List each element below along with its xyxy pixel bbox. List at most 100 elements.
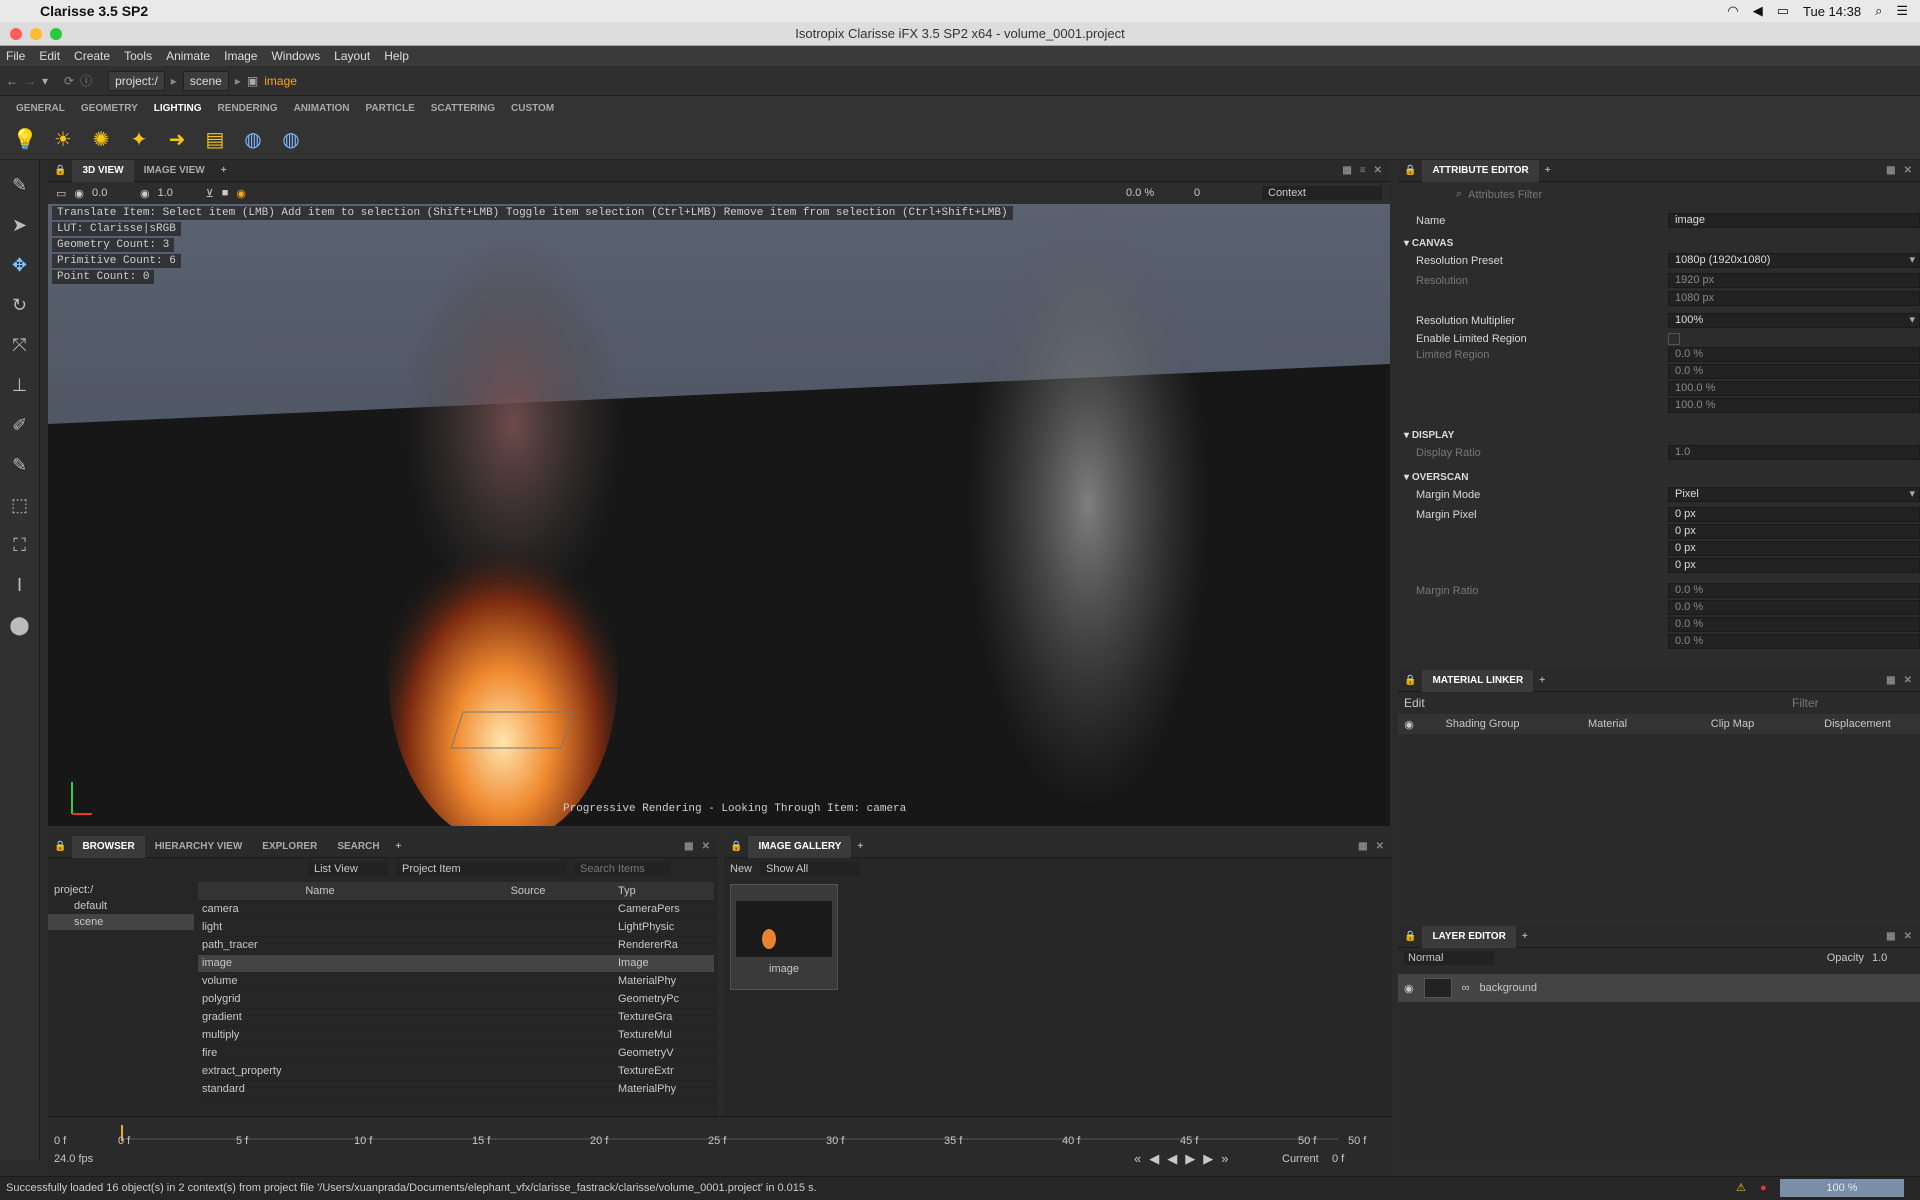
add-tab-icon[interactable]: +	[1539, 165, 1557, 176]
error-indicator-icon[interactable]: ●	[1760, 1177, 1767, 1199]
table-row[interactable]: gradient TextureGra	[198, 1008, 714, 1027]
mult-value[interactable]: 1.0	[158, 187, 198, 199]
blend-mode-dropdown[interactable]: Normal	[1404, 951, 1494, 965]
eye-toggle-icon[interactable]: ◉	[236, 187, 246, 200]
show-all-dropdown[interactable]: Show All	[760, 862, 861, 876]
resolution-height[interactable]: 1080 px	[1668, 291, 1920, 306]
scale-value[interactable]: 0.0	[92, 187, 132, 199]
shelf-tab-lighting[interactable]: LIGHTING	[154, 103, 202, 114]
section-overscan[interactable]: ▾ OVERSCAN	[1404, 472, 1469, 483]
margin-mode-dropdown[interactable]: Pixel	[1668, 487, 1920, 502]
eyedropper-icon[interactable]: ✎	[6, 172, 34, 198]
lock-icon[interactable]: 🔒	[724, 841, 748, 852]
margin-pixel-3[interactable]: 0 px	[1668, 558, 1920, 573]
tab-image-gallery[interactable]: IMAGE GALLERY	[748, 835, 852, 858]
app-name[interactable]: Clarisse 3.5 SP2	[40, 3, 148, 19]
lock-icon[interactable]: 🔒	[1398, 931, 1422, 942]
margin-pixel-1[interactable]: 0 px	[1668, 524, 1920, 539]
tree-scene[interactable]: scene	[48, 914, 194, 930]
tab-layer-editor[interactable]: LAYER EDITOR	[1422, 925, 1516, 948]
margin-ratio-3[interactable]: 0.0 %	[1668, 634, 1920, 649]
layer-name[interactable]: background	[1479, 982, 1537, 994]
attributes-filter-input[interactable]: Attributes Filter	[1462, 189, 1542, 201]
resolution-preset-dropdown[interactable]: 1080p (1920x1080)	[1668, 253, 1920, 268]
table-row[interactable]: multiply TextureMul	[198, 1026, 714, 1045]
menu-help[interactable]: Help	[384, 49, 409, 63]
menu-file[interactable]: File	[6, 49, 25, 63]
shelf-tab-particle[interactable]: PARTICLE	[365, 103, 414, 114]
tab-search[interactable]: SEARCH	[327, 836, 389, 858]
limited-region-2[interactable]: 100.0 %	[1668, 381, 1920, 396]
layout-icon[interactable]: ▦	[1886, 931, 1895, 942]
limited-region-3[interactable]: 100.0 %	[1668, 398, 1920, 413]
margin-ratio-1[interactable]: 0.0 %	[1668, 600, 1920, 615]
timeline[interactable]: 0 f 0 f 5 f 10 f 15 f 20 f 25 f 30 f 35 …	[48, 1116, 1392, 1172]
info-icon[interactable]: ⓘ	[80, 72, 92, 89]
lock-icon[interactable]: 🔒	[48, 841, 72, 852]
sun-light-icon[interactable]: ☀	[50, 127, 76, 153]
paint-icon[interactable]: ✐	[6, 412, 34, 438]
menu-create[interactable]: Create	[74, 49, 110, 63]
history-dropdown-icon[interactable]: ▾	[42, 74, 48, 88]
menu-icon[interactable]: ≡	[1360, 165, 1366, 176]
tab-attribute-editor[interactable]: ATTRIBUTE EDITOR	[1422, 159, 1539, 182]
close-icon[interactable]: ✕	[702, 841, 710, 852]
col-name[interactable]: Name	[198, 882, 438, 901]
resolution-multiplier-dropdown[interactable]: 100%	[1668, 313, 1920, 328]
add-tab-icon[interactable]: +	[851, 841, 869, 852]
display-ratio-field[interactable]: 1.0	[1668, 445, 1920, 460]
spot-light-icon[interactable]: ✦	[126, 127, 152, 153]
filter-icon[interactable]: ⊻	[206, 187, 214, 200]
name-field[interactable]: image	[1668, 213, 1920, 228]
eye-icon[interactable]: ◉	[1404, 982, 1414, 995]
menu-layout[interactable]: Layout	[334, 49, 370, 63]
scale-icon[interactable]: ⤧	[6, 332, 34, 358]
layout-icon[interactable]: ▦	[684, 841, 693, 852]
brush-icon[interactable]: ✎	[6, 452, 34, 478]
col-source[interactable]: Source	[438, 882, 614, 901]
measure-icon[interactable]: Ⅰ	[6, 572, 34, 598]
table-row[interactable]: fire GeometryV	[198, 1044, 714, 1063]
table-row[interactable]: volume MaterialPhy	[198, 972, 714, 991]
table-row[interactable]: path_tracer RendererRa	[198, 936, 714, 955]
shelf-tab-geometry[interactable]: GEOMETRY	[81, 103, 138, 114]
layout-icon[interactable]: ▦	[1886, 165, 1895, 176]
timeline-end[interactable]: 50 f	[1348, 1135, 1366, 1147]
menu-image[interactable]: Image	[224, 49, 257, 63]
layer-row[interactable]: ◉ ∞ background	[1398, 974, 1920, 1002]
frame-value[interactable]: 0	[1194, 187, 1254, 199]
context-dropdown[interactable]: Context	[1262, 186, 1382, 200]
layout-icon[interactable]: ▦	[1886, 675, 1895, 686]
tree-root[interactable]: project:/	[48, 882, 194, 898]
clock[interactable]: Tue 14:38	[1803, 4, 1861, 19]
table-row[interactable]: light LightPhysic	[198, 918, 714, 937]
table-row[interactable]: extract_property TextureExtr	[198, 1062, 714, 1081]
project-item-dropdown[interactable]: Project Item	[396, 862, 566, 876]
lock-icon[interactable]: 🔒	[1398, 675, 1422, 686]
path-item[interactable]: image	[264, 74, 297, 88]
shelf-tab-custom[interactable]: CUSTOM	[511, 103, 554, 114]
tab-image-view[interactable]: IMAGE VIEW	[134, 160, 215, 182]
col-clip-map[interactable]: Clip Map	[1670, 718, 1795, 730]
refresh-icon[interactable]: ⟳	[64, 74, 74, 88]
table-row[interactable]: polygrid GeometryPc	[198, 990, 714, 1009]
margin-pixel-2[interactable]: 0 px	[1668, 541, 1920, 556]
col-displacement[interactable]: Displacement	[1795, 718, 1920, 730]
shelf-tab-general[interactable]: GENERAL	[16, 103, 65, 114]
tab-hierarchy-view[interactable]: HIERARCHY VIEW	[145, 836, 253, 858]
resolution-width[interactable]: 1920 px	[1668, 273, 1920, 288]
display-icon[interactable]: ▭	[56, 187, 66, 200]
search-items-input[interactable]: Search Items	[574, 862, 670, 876]
col-shading-group[interactable]: Shading Group	[1420, 718, 1545, 730]
margin-ratio-2[interactable]: 0.0 %	[1668, 617, 1920, 632]
close-icon[interactable]: ✕	[1904, 675, 1912, 686]
tree-default[interactable]: default	[48, 898, 194, 914]
menu-animate[interactable]: Animate	[166, 49, 210, 63]
close-icon[interactable]: ✕	[1904, 931, 1912, 942]
playback-controls[interactable]: «◀◀▶▶»	[1134, 1151, 1236, 1167]
ibl-light-icon[interactable]: ◍	[278, 127, 304, 153]
zoom-window-button[interactable]	[50, 28, 62, 40]
limited-region-0[interactable]: 0.0 %	[1668, 347, 1920, 362]
menu-tools[interactable]: Tools	[124, 49, 152, 63]
current-frame-field[interactable]: 0 f	[1332, 1153, 1344, 1165]
